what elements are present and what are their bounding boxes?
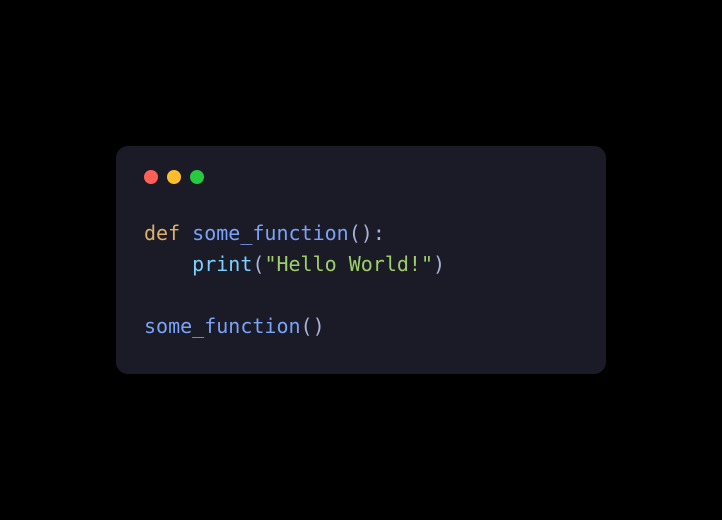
open-paren: ( [252,252,264,276]
colon: : [373,221,385,245]
builtin-print: print [192,252,252,276]
parentheses: () [301,314,325,338]
code-line-2: print("Hello World!") [144,249,578,280]
code-line-1: def some_function(): [144,218,578,249]
function-call: some_function [144,314,301,338]
maximize-icon[interactable] [190,170,204,184]
blank-line [144,280,578,311]
close-icon[interactable] [144,170,158,184]
code-line-4: some_function() [144,311,578,342]
keyword-def: def [144,221,180,245]
titlebar [144,170,578,184]
close-paren: ) [433,252,445,276]
code-block: def some_function(): print("Hello World!… [144,218,578,342]
space [180,221,192,245]
function-name: some_function [192,221,349,245]
indent [144,252,192,276]
code-window: def some_function(): print("Hello World!… [116,146,606,374]
minimize-icon[interactable] [167,170,181,184]
parentheses: () [349,221,373,245]
string-literal: "Hello World!" [264,252,433,276]
